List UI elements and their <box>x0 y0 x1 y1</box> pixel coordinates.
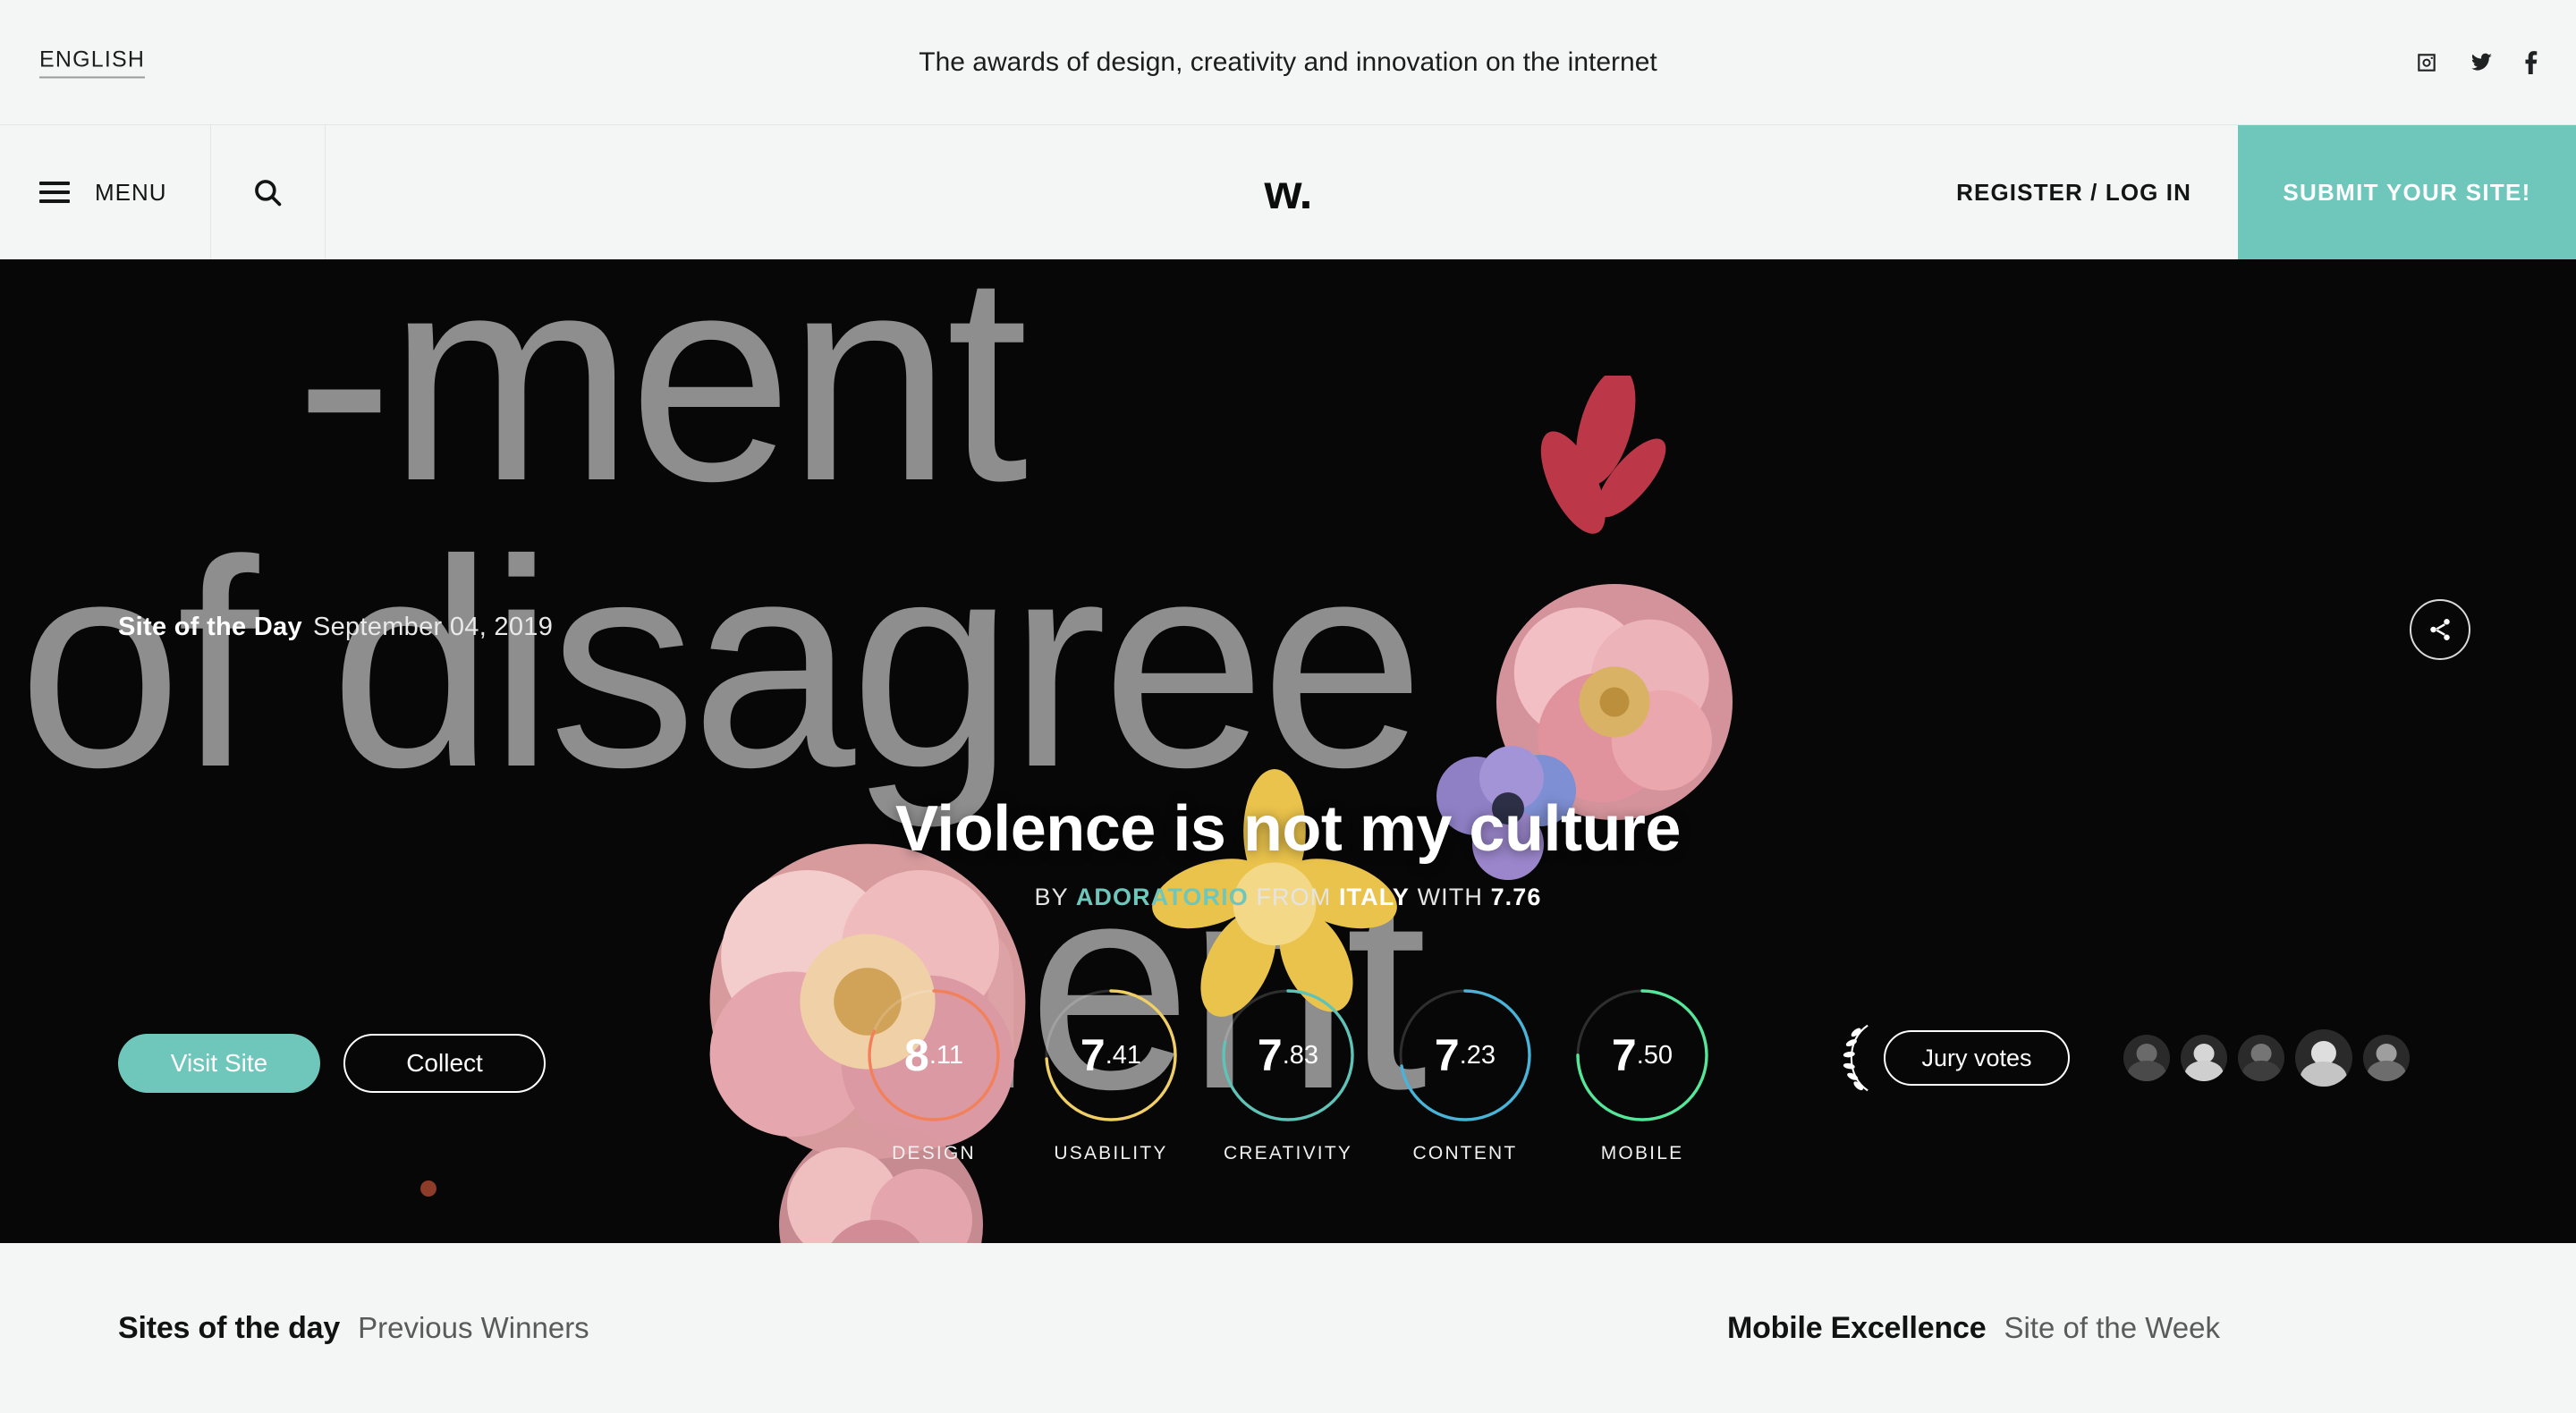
top-bar: ENGLISH The awards of design, creativity… <box>0 0 2576 125</box>
score-category: MOBILE <box>1600 1143 1684 1163</box>
social-links <box>2415 50 2538 74</box>
juror-avatars <box>2123 1029 2410 1087</box>
score-value: 8.11 <box>904 1030 963 1080</box>
collect-button[interactable]: Collect <box>343 1034 546 1093</box>
sites-of-the-day-group: Sites of the day Previous Winners <box>118 1311 589 1346</box>
bottom-bar: Sites of the day Previous Winners Mobile… <box>0 1243 2576 1413</box>
nav-right-group: REGISTER / LOG IN SUBMIT YOUR SITE! <box>1910 125 2576 259</box>
previous-winners-tab[interactable]: Previous Winners <box>358 1311 589 1345</box>
site-byline: BY ADORATORIO FROM ITALY WITH 7.76 <box>0 884 2576 911</box>
site-tagline: The awards of design, creativity and inn… <box>919 47 1657 77</box>
site-logo[interactable]: w. <box>1264 165 1312 220</box>
jury-votes-button[interactable]: Jury votes <box>1884 1030 2070 1086</box>
award-label: Site of the Day <box>118 613 302 641</box>
search-icon <box>255 180 282 207</box>
avatar[interactable] <box>2181 1035 2227 1081</box>
score-item: 7.23 CONTENT <box>1394 984 1537 1164</box>
score-value: 7.23 <box>1434 1030 1496 1080</box>
score-category: CREATIVITY <box>1223 1143 1353 1163</box>
score-category: USABILITY <box>1054 1143 1168 1163</box>
score-ring: 8.11 <box>862 984 1005 1127</box>
accent-dot <box>420 1180 436 1197</box>
award-date: September 04, 2019 <box>312 613 554 641</box>
mobile-excellence-group: Mobile Excellence Site of the Week <box>1727 1311 2220 1346</box>
hero-center: Violence is not my culture BY ADORATORIO… <box>0 793 2576 911</box>
submit-site-button[interactable]: SUBMIT YOUR SITE! <box>2238 125 2576 259</box>
score-category: CONTENT <box>1412 1143 1518 1163</box>
byline-from: FROM <box>1256 883 1332 910</box>
byline-by: BY <box>1034 883 1069 910</box>
avatar[interactable] <box>2238 1035 2284 1081</box>
score-ring: 7.23 <box>1394 984 1537 1127</box>
page-root: ENGLISH The awards of design, creativity… <box>0 0 2576 1413</box>
score-ring: 7.83 <box>1216 984 1360 1127</box>
bg-type-line-1: -ment <box>295 259 1029 542</box>
share-button[interactable] <box>2410 599 2470 660</box>
twitter-icon[interactable] <box>2469 51 2494 74</box>
score-ring: 7.50 <box>1571 984 1714 1127</box>
byline-total-score: 7.76 <box>1490 883 1542 910</box>
menu-label: MENU <box>95 178 167 206</box>
menu-button[interactable]: MENU <box>0 125 211 259</box>
visit-site-button[interactable]: Visit Site <box>118 1034 320 1093</box>
score-ring: 7.41 <box>1039 984 1182 1127</box>
share-icon <box>2430 619 2450 640</box>
byline-country: ITALY <box>1338 883 1410 910</box>
hamburger-icon <box>39 182 70 203</box>
search-button[interactable] <box>211 125 326 259</box>
sites-of-the-day-tab[interactable]: Sites of the day <box>118 1311 340 1346</box>
site-of-the-week-tab[interactable]: Site of the Week <box>2004 1311 2220 1345</box>
score-list: 8.11 DESIGN 7.41 USABILITY 7.83 CREATIVITY 7.2… <box>862 984 1714 1164</box>
hero-action-buttons: Visit Site Collect <box>118 1034 546 1093</box>
facebook-icon[interactable] <box>2524 50 2538 74</box>
laurel-icon <box>1839 1023 1880 1093</box>
score-item: 7.83 CREATIVITY <box>1216 984 1360 1164</box>
avatar[interactable] <box>2123 1035 2170 1081</box>
byline-author[interactable]: ADORATORIO <box>1076 884 1249 910</box>
main-nav: MENU w. REGISTER / LOG IN SUBMIT YOUR SI… <box>0 125 2576 259</box>
register-login-button[interactable]: REGISTER / LOG IN <box>1910 125 2238 259</box>
page-title: Violence is not my culture <box>895 793 1681 865</box>
score-item: 7.50 MOBILE <box>1571 984 1714 1164</box>
instagram-icon[interactable] <box>2415 51 2438 74</box>
mobile-excellence-tab[interactable]: Mobile Excellence <box>1727 1311 1987 1346</box>
score-item: 7.41 USABILITY <box>1039 984 1182 1164</box>
avatar[interactable] <box>2295 1029 2352 1087</box>
flower-illustration-red-top <box>1540 376 1666 534</box>
score-item: 8.11 DESIGN <box>862 984 1005 1164</box>
bg-type-line-2: of disagree <box>18 498 1425 828</box>
score-value: 7.50 <box>1611 1030 1674 1080</box>
score-category: DESIGN <box>892 1143 976 1163</box>
jury-group: Jury votes <box>1839 1023 2410 1093</box>
avatar[interactable] <box>2363 1035 2410 1081</box>
byline-with: WITH <box>1417 883 1483 910</box>
score-value: 7.83 <box>1257 1030 1319 1080</box>
score-value: 7.41 <box>1080 1030 1142 1080</box>
award-meta: Site of the Day September 04, 2019 <box>118 613 553 642</box>
language-selector[interactable]: ENGLISH <box>39 47 146 78</box>
hero-section: -ment of disagree ment Site of the Day S… <box>0 259 2576 1243</box>
